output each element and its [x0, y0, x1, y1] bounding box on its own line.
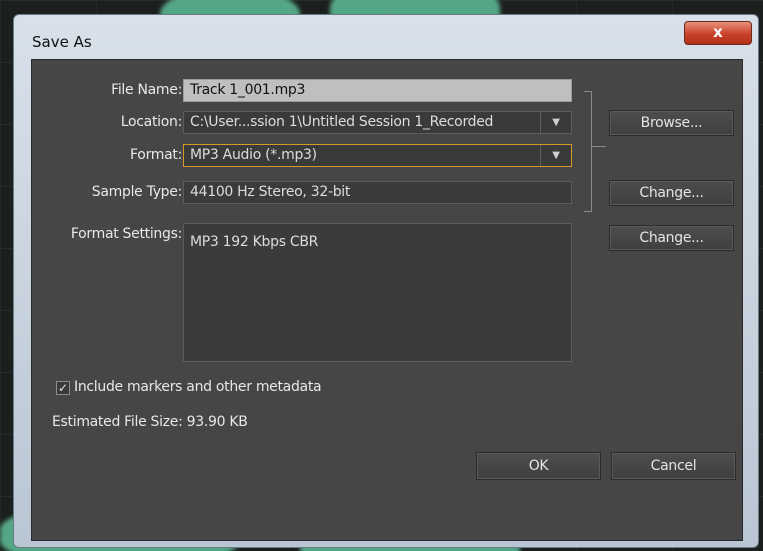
format-select[interactable]: MP3 Audio (*.mp3) ▼: [183, 144, 572, 167]
cancel-button[interactable]: Cancel: [611, 452, 736, 480]
format-label: Format:: [130, 147, 182, 163]
change-sample-type-button[interactable]: Change...: [609, 180, 734, 206]
estimated-file-size: Estimated File Size: 93.90 KB: [52, 414, 248, 430]
format-settings-label: Format Settings:: [70, 226, 182, 242]
save-as-dialog: Save As x File Name: Track 1_001.mp3 Loc…: [13, 14, 759, 548]
dialog-title: Save As: [32, 33, 92, 51]
check-icon: ✓: [57, 381, 69, 395]
file-name-input[interactable]: Track 1_001.mp3: [183, 79, 572, 102]
location-value: C:\User...ssion 1\Untitled Session 1_Rec…: [190, 114, 494, 130]
close-icon: x: [713, 23, 723, 41]
include-metadata-checkbox[interactable]: ✓: [56, 381, 70, 395]
dialog-titlebar[interactable]: Save As x: [14, 15, 758, 59]
close-button[interactable]: x: [684, 21, 752, 45]
include-metadata-label[interactable]: Include markers and other metadata: [74, 379, 322, 395]
file-name-label: File Name:: [111, 82, 182, 98]
ok-button[interactable]: OK: [476, 452, 601, 480]
chevron-down-icon[interactable]: ▼: [540, 112, 571, 133]
format-settings-field: MP3 192 Kbps CBR: [183, 223, 572, 362]
browse-button[interactable]: Browse...: [609, 110, 734, 136]
format-value: MP3 Audio (*.mp3): [190, 147, 317, 163]
bracket-connector: [591, 146, 606, 147]
location-select[interactable]: C:\User...ssion 1\Untitled Session 1_Rec…: [183, 111, 572, 134]
chevron-down-icon[interactable]: ▼: [540, 145, 571, 166]
sample-type-field: 44100 Hz Stereo, 32-bit: [183, 181, 572, 204]
change-format-settings-button[interactable]: Change...: [609, 225, 734, 251]
location-label: Location:: [120, 114, 183, 130]
group-bracket: [584, 91, 592, 212]
sample-type-label: Sample Type:: [91, 184, 183, 200]
dialog-content: File Name: Track 1_001.mp3 Location: C:\…: [31, 59, 743, 541]
